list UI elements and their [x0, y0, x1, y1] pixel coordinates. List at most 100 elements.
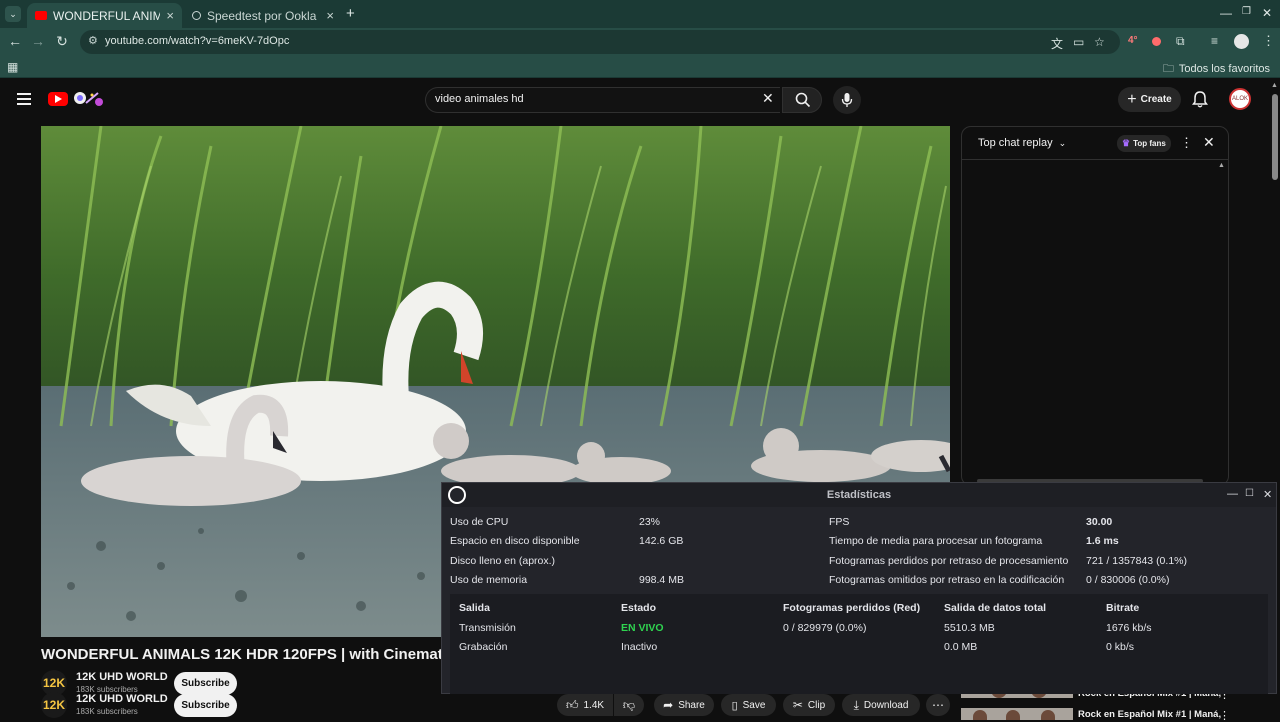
table-cell: 0 / 829979 (0.0%)	[783, 622, 867, 634]
reload-icon[interactable]: ↻	[53, 33, 71, 50]
recommendation-thumbnail[interactable]	[961, 708, 1073, 720]
table-header: Bitrate	[1106, 602, 1140, 614]
clip-label: Clip	[807, 699, 826, 711]
scroll-up-icon[interactable]: ▲	[1218, 162, 1225, 169]
thumbnail-figure	[973, 710, 987, 720]
create-label: Create	[1140, 94, 1172, 105]
close-icon[interactable]: ×	[326, 8, 334, 23]
obs-window-title: Estadísticas	[826, 489, 892, 501]
dislike-button[interactable]: 👎︎	[614, 694, 644, 716]
close-icon[interactable]: ×	[166, 8, 174, 23]
profile-avatar[interactable]	[1234, 34, 1249, 49]
stat-value: 998.4 MB	[639, 574, 684, 586]
tab-speedtest[interactable]: Speedtest por Ookla - La ×	[184, 3, 342, 28]
download-button[interactable]: ⤓ Download	[842, 694, 920, 716]
channel-info[interactable]: 12K 12K UHD WORLD 183K subscribers	[41, 670, 181, 696]
table-cell: Transmisión	[459, 622, 516, 634]
cast-icon[interactable]: ▭	[1073, 35, 1084, 49]
search-box[interactable]	[425, 87, 780, 113]
restore-icon[interactable]: ❐	[1242, 6, 1251, 17]
clear-search-icon[interactable]: ✕	[762, 90, 774, 107]
share-icon: ➦	[663, 698, 674, 712]
stat-value: 0 / 830006 (0.0%)	[1086, 574, 1170, 586]
clip-button[interactable]: ✂ Clip	[783, 694, 835, 716]
more-options-icon[interactable]: ⋮	[1219, 709, 1230, 722]
close-icon[interactable]: ✕	[1263, 488, 1272, 501]
create-button[interactable]: + Create	[1118, 87, 1181, 112]
search-button[interactable]	[782, 87, 822, 113]
thumbnail-figure	[1041, 710, 1055, 720]
scrollbar-thumb[interactable]	[1272, 94, 1278, 180]
subscribe-button[interactable]: Subscribe	[174, 672, 237, 695]
site-info-icon[interactable]: ⚙	[88, 34, 98, 47]
youtube-doodle-logo[interactable]	[70, 89, 106, 109]
more-actions-button[interactable]: ⋯	[926, 694, 950, 716]
extension-icon[interactable]	[1152, 37, 1161, 46]
table-cell: 0.0 MB	[944, 641, 978, 653]
save-button[interactable]: ▯ Save	[721, 694, 776, 716]
channel-name[interactable]: 12K UHD WORLD	[76, 693, 168, 705]
translate-icon[interactable]: 文	[1051, 35, 1063, 52]
youtube-logo[interactable]	[48, 92, 68, 106]
minimize-icon[interactable]: —	[1220, 6, 1232, 20]
more-options-icon[interactable]: ⋮	[1180, 135, 1193, 151]
tab-search-button[interactable]: ⌄	[5, 6, 21, 22]
obs-stats-window: Estadísticas — ☐ ✕ Uso de CPU 23% Espaci…	[441, 482, 1277, 694]
all-bookmarks-label: Todos los favoritos	[1178, 63, 1270, 75]
obs-titlebar[interactable]: Estadísticas — ☐ ✕	[442, 483, 1276, 507]
like-button[interactable]: 👍︎ 1.4K	[557, 694, 613, 716]
folder-icon: 🗀	[1162, 63, 1174, 75]
browser-toolbar: ← → ↻ ⚙ youtube.com/watch?v=6meKV-7dOpc …	[0, 28, 1280, 56]
reading-list-icon[interactable]: ≡	[1211, 34, 1218, 48]
browser-tab-strip: ⌄ WONDERFUL ANIMA × Speedtest por Ookla …	[0, 0, 1280, 28]
youtube-masthead: ✕ + Create ALOK	[0, 80, 1270, 120]
apps-grid-icon[interactable]: ▦	[7, 60, 18, 74]
video-title: WONDERFUL ANIMALS 12K HDR 120FPS | with …	[41, 646, 441, 663]
channel-info[interactable]: 12K 12K UHD WORLD 183K subscribers	[41, 692, 181, 718]
close-icon[interactable]: ✕	[1203, 134, 1215, 151]
minimize-icon[interactable]: —	[1227, 488, 1238, 500]
search-icon	[795, 92, 811, 108]
menu-icon[interactable]	[17, 93, 31, 108]
stat-label: Uso de CPU	[450, 516, 509, 528]
table-cell: 5510.3 MB	[944, 622, 995, 634]
temperature-text: 4°	[1128, 35, 1138, 46]
bookmark-icon: ▯	[731, 699, 738, 712]
weather-extension[interactable]: 4°	[1128, 35, 1138, 46]
live-chat-panel: Top chat replay ⌄ ♛ Top fans ⋮ ✕ ▲	[961, 126, 1229, 486]
window-close-icon[interactable]: ✕	[1262, 6, 1272, 20]
stat-label: Tiempo de media para procesar un fotogra…	[829, 535, 1043, 547]
forward-icon[interactable]: →	[29, 33, 47, 49]
chat-mode-dropdown[interactable]: Top chat replay ⌄	[978, 137, 1066, 149]
share-button[interactable]: ➦ Share	[654, 694, 714, 716]
browser-menu-icon[interactable]: ⋮	[1262, 33, 1275, 49]
crown-icon: ♛	[1122, 138, 1131, 148]
maximize-icon[interactable]: ☐	[1245, 488, 1254, 499]
stat-label: Fotogramas perdidos por retraso de proce…	[829, 555, 1069, 567]
address-bar[interactable]: ⚙ youtube.com/watch?v=6meKV-7dOpc 文 ▭ ☆	[80, 30, 1120, 54]
new-tab-button[interactable]: +	[346, 5, 355, 22]
avatar-text: ALOK	[1231, 96, 1248, 102]
stat-value: 142.6 GB	[639, 535, 684, 547]
bookmark-star-icon[interactable]: ☆	[1094, 35, 1105, 49]
extensions-puzzle-icon[interactable]: ⧉	[1176, 34, 1185, 49]
notifications-bell-icon[interactable]	[1192, 90, 1208, 108]
stat-label: Uso de memoria	[450, 574, 528, 586]
account-avatar[interactable]: ALOK	[1229, 88, 1251, 110]
scroll-up-icon[interactable]: ▲	[1271, 82, 1278, 89]
recommendation-title[interactable]: Rock en Español Mix #1 | Maná,	[1078, 709, 1221, 720]
chevron-down-icon: ⌄	[1058, 138, 1067, 148]
channel-avatar[interactable]: 12K	[41, 692, 67, 718]
all-bookmarks-folder[interactable]: 🗀 Todos los favoritos	[1163, 60, 1270, 79]
tab-title: Speedtest por Ookla - La	[207, 8, 320, 23]
output-stats-table: Salida Estado Fotogramas perdidos (Red) …	[450, 594, 1268, 694]
search-input[interactable]	[435, 93, 755, 105]
tab-youtube[interactable]: WONDERFUL ANIMA ×	[27, 3, 182, 28]
stat-label: Fotogramas omitidos por retraso en la co…	[829, 574, 1065, 586]
back-icon[interactable]: ←	[6, 33, 24, 49]
stat-value: 1.6 ms	[1086, 535, 1119, 547]
channel-name[interactable]: 12K UHD WORLD	[76, 671, 168, 683]
voice-search-button[interactable]	[833, 86, 861, 114]
top-fans-button[interactable]: ♛ Top fans	[1117, 135, 1171, 152]
subscribe-button[interactable]: Subscribe	[174, 694, 237, 717]
